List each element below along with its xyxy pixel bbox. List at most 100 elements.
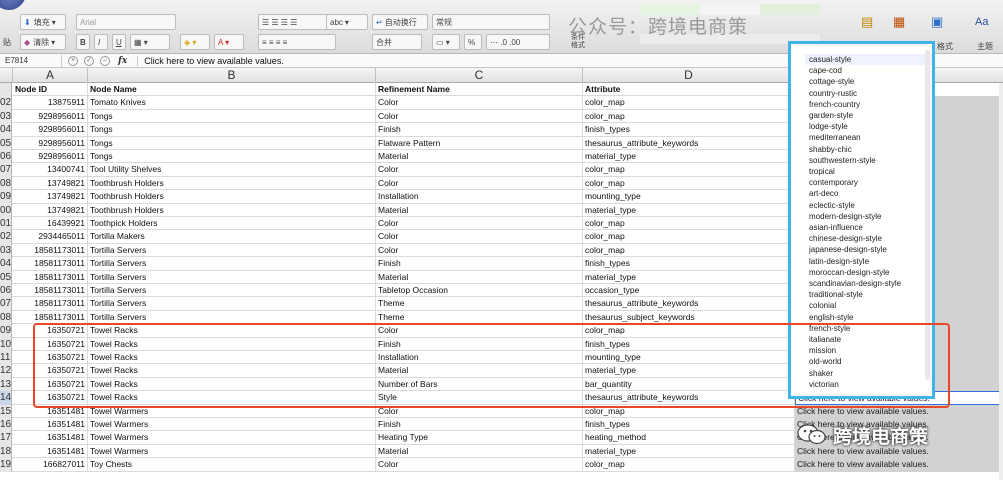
cell-attribute[interactable]: heating_method bbox=[583, 431, 795, 445]
row-number[interactable]: 04 bbox=[0, 123, 12, 137]
column-header-a[interactable]: A bbox=[13, 68, 88, 83]
cell-node-id[interactable]: 166827011 bbox=[13, 458, 88, 472]
cell-node-id[interactable]: 16351481 bbox=[13, 431, 88, 445]
cell-node-id[interactable]: 9298956011 bbox=[13, 150, 88, 164]
dropdown-option[interactable]: traditional-style bbox=[809, 289, 932, 300]
cell-node-id[interactable]: 18581173011 bbox=[13, 284, 88, 298]
row-number[interactable]: 09 bbox=[0, 190, 12, 204]
cell-refinement-name[interactable]: Color bbox=[376, 217, 583, 231]
cell-node-name[interactable]: Toothpick Holders bbox=[88, 217, 376, 231]
cell-refinement-name[interactable]: Theme bbox=[376, 297, 583, 311]
row-number[interactable]: 14 bbox=[0, 391, 12, 405]
dropdown-option[interactable]: lodge-style bbox=[809, 121, 932, 132]
cell-refinement-name[interactable]: Color bbox=[376, 109, 583, 124]
cell-attribute[interactable]: color_map bbox=[583, 163, 795, 177]
dropdown-option[interactable]: shabby-chic bbox=[809, 144, 932, 155]
row-number[interactable]: 19 bbox=[0, 458, 12, 472]
cell-refinement-name[interactable]: Material bbox=[376, 203, 583, 217]
dropdown-option[interactable]: colonial bbox=[809, 300, 932, 311]
header-refinement-name[interactable]: Refinement Name bbox=[376, 83, 583, 97]
row-number[interactable]: 16 bbox=[0, 418, 12, 432]
cell-node-name[interactable]: Towel Warmers bbox=[88, 418, 376, 432]
cell-attribute[interactable]: material_type bbox=[583, 150, 795, 164]
row-number[interactable]: 07 bbox=[0, 163, 12, 177]
cell-refinement-name[interactable]: Color bbox=[376, 96, 583, 110]
row-number[interactable]: 05 bbox=[0, 270, 12, 284]
cell-attribute[interactable]: finish_types bbox=[583, 257, 795, 271]
currency-button[interactable]: ▭ ▾ bbox=[432, 34, 460, 50]
dropdown-option[interactable]: modern-design-style bbox=[809, 211, 932, 222]
cell-node-id[interactable]: 16351481 bbox=[13, 418, 88, 432]
cell-node-id[interactable]: 13749821 bbox=[13, 203, 88, 217]
cell-node-id[interactable]: 16351481 bbox=[13, 444, 88, 459]
dropdown-option[interactable]: contemporary bbox=[809, 177, 932, 188]
cell-refinement-name[interactable]: Finish bbox=[376, 257, 583, 271]
theme-button[interactable]: 主题 bbox=[974, 38, 1002, 54]
sheet-vertical-scrollbar[interactable] bbox=[999, 83, 1003, 480]
font-name-select[interactable]: Arial bbox=[76, 14, 176, 30]
cell-node-id[interactable]: 9298956011 bbox=[13, 136, 88, 150]
merge-button[interactable]: 合并 bbox=[372, 34, 422, 50]
row-number[interactable]: 06 bbox=[0, 150, 12, 164]
row-number[interactable]: 02 bbox=[0, 96, 12, 110]
fx-icon[interactable]: fx bbox=[118, 56, 127, 66]
cancel-edit-icon[interactable]: × bbox=[68, 55, 78, 66]
dropdown-option[interactable]: art-deco bbox=[809, 188, 932, 199]
row-number[interactable]: 07 bbox=[0, 297, 12, 311]
dropdown-option[interactable]: country-rustic bbox=[809, 88, 932, 99]
cell-node-id[interactable]: 18581173011 bbox=[13, 243, 88, 258]
dropdown-option[interactable]: scandinavian-design-style bbox=[809, 278, 932, 289]
cell-refinement-name[interactable]: Material bbox=[376, 150, 583, 164]
dropdown-option[interactable]: latin-design-style bbox=[809, 256, 932, 267]
clear-button[interactable]: ◆ 清除 ▾ bbox=[20, 34, 66, 50]
row-number[interactable]: 04 bbox=[0, 257, 12, 271]
cell-refinement-name[interactable]: Color bbox=[376, 176, 583, 191]
cell-refinement-name[interactable]: Color bbox=[376, 230, 583, 244]
italic-button[interactable]: I bbox=[94, 34, 108, 50]
cell-attribute[interactable]: mounting_type bbox=[583, 190, 795, 204]
cell-attribute[interactable]: finish_types bbox=[583, 418, 795, 432]
dropdown-option[interactable]: moroccan-design-style bbox=[809, 267, 932, 278]
cell-refinement-name[interactable]: Color bbox=[376, 458, 583, 472]
row-number[interactable]: 03 bbox=[0, 109, 12, 124]
cell-attribute[interactable]: material_type bbox=[583, 203, 795, 217]
row-number[interactable]: 17 bbox=[0, 431, 12, 445]
row-number[interactable]: 08 bbox=[0, 310, 12, 325]
confirm-edit-icon[interactable]: ✓ bbox=[84, 55, 94, 66]
cell-attribute[interactable]: color_map bbox=[583, 176, 795, 191]
dropdown-option[interactable]: english-style bbox=[809, 312, 932, 323]
style-swatch-neutral[interactable] bbox=[760, 4, 820, 15]
dropdown-option[interactable]: chinese-design-style bbox=[809, 233, 932, 244]
row-number[interactable]: 08 bbox=[0, 176, 12, 191]
fill-color-button[interactable]: ◈ ▾ bbox=[180, 34, 210, 50]
cell-attribute[interactable]: occasion_type bbox=[583, 284, 795, 298]
cell-node-id[interactable]: 18581173011 bbox=[13, 257, 88, 271]
header-node-name[interactable]: Node Name bbox=[88, 83, 376, 97]
cell-attribute[interactable]: thesaurus_attribute_keywords bbox=[583, 136, 795, 150]
cell-node-name[interactable]: Tortilla Servers bbox=[88, 297, 376, 311]
underline-button[interactable]: U bbox=[112, 34, 126, 50]
row-number[interactable]: 09 bbox=[0, 324, 12, 338]
cell-node-name[interactable]: Towel Warmers bbox=[88, 431, 376, 445]
wrap-text-button[interactable]: ↵ 自动换行 bbox=[372, 14, 428, 30]
cell-node-name[interactable]: Toy Chests bbox=[88, 458, 376, 472]
cell-node-name[interactable]: Tortilla Servers bbox=[88, 257, 376, 271]
cell-attribute[interactable]: material_type bbox=[583, 270, 795, 284]
dropdown-option[interactable]: cottage-style bbox=[809, 76, 932, 87]
cell-node-name[interactable]: Toothbrush Holders bbox=[88, 203, 376, 217]
cell-node-id[interactable]: 13875911 bbox=[13, 96, 88, 110]
cell-attribute[interactable]: color_map bbox=[583, 217, 795, 231]
percent-button[interactable]: % bbox=[464, 34, 482, 50]
column-header-c[interactable]: C bbox=[376, 68, 583, 83]
fill-button[interactable]: ⬇ 填充 ▾ bbox=[20, 14, 66, 30]
cell-attribute[interactable]: color_map bbox=[583, 230, 795, 244]
row-number[interactable]: 01 bbox=[0, 217, 12, 231]
cell-refinement-name[interactable]: Finish bbox=[376, 418, 583, 432]
cell-node-name[interactable]: Toothbrush Holders bbox=[88, 176, 376, 191]
cell-attribute[interactable]: thesaurus_attribute_keywords bbox=[583, 297, 795, 311]
row-number[interactable]: 11 bbox=[0, 351, 12, 365]
dropdown-option[interactable]: asian-influence bbox=[809, 222, 932, 233]
cell-node-name[interactable]: Tortilla Servers bbox=[88, 270, 376, 284]
cell-node-name[interactable]: Tongs bbox=[88, 123, 376, 137]
cell-node-name[interactable]: Tortilla Makers bbox=[88, 230, 376, 244]
